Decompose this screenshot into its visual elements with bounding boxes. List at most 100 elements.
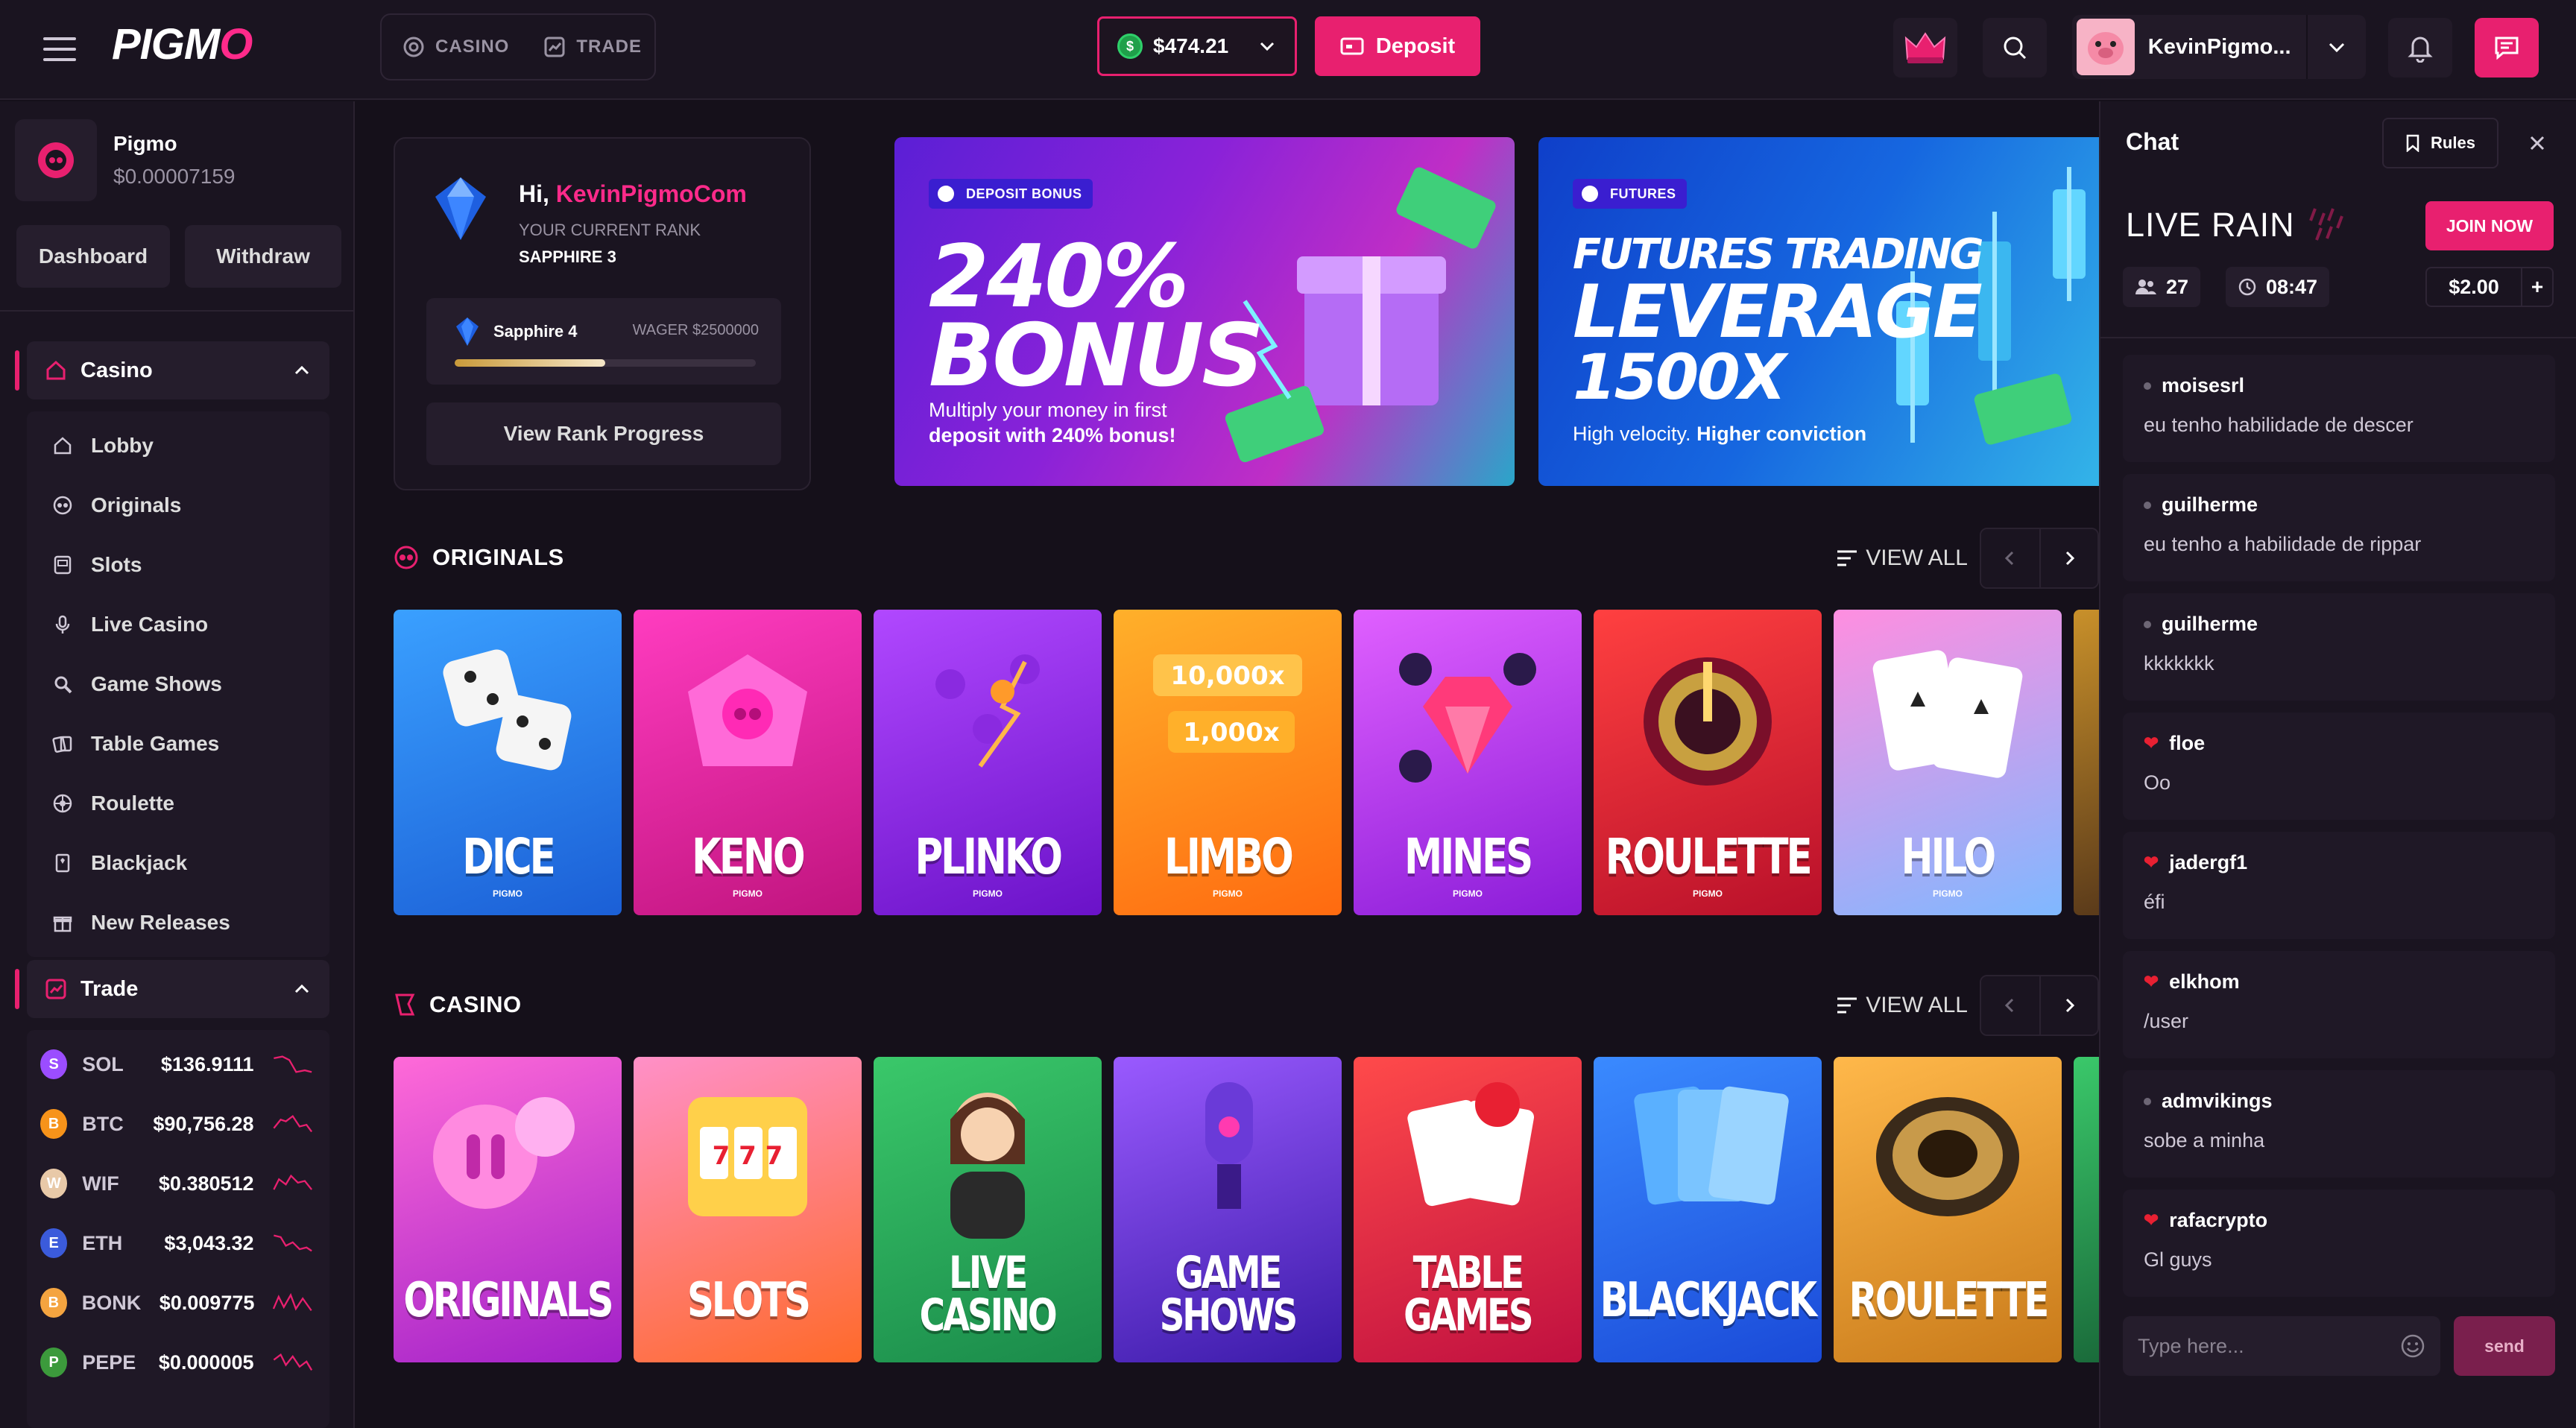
chevron-right-icon xyxy=(2060,996,2078,1014)
chat-toggle-button[interactable] xyxy=(2475,18,2539,78)
game-tile-hilo[interactable]: HILO PIGMO xyxy=(1834,610,2062,915)
chat-user[interactable]: guilherme xyxy=(2144,493,2555,516)
trade-chart-icon xyxy=(543,36,566,58)
dollar-coin-icon: $ xyxy=(1117,34,1143,59)
category-tile[interactable]: LIVE CASINO xyxy=(874,1057,1102,1362)
sidebar-item-table-games[interactable]: Table Games xyxy=(27,714,329,774)
casino-chip-icon xyxy=(402,36,425,58)
casino-next-button[interactable] xyxy=(2039,976,2097,1034)
game-tile-plinko[interactable]: PLINKO PIGMO xyxy=(874,610,1102,915)
dashboard-button[interactable]: Dashboard xyxy=(16,225,170,288)
chat-user[interactable]: ❤ elkhom xyxy=(2144,970,2555,993)
casino-section-label: Casino xyxy=(80,358,153,382)
sidebar-item-live-casino[interactable]: Live Casino xyxy=(27,595,329,654)
main-content: Hi, KevinPigmoCom YOUR CURRENT RANK SAPP… xyxy=(356,101,2103,1428)
game-artwork xyxy=(666,639,830,792)
chat-input[interactable]: Type here... xyxy=(2123,1316,2440,1376)
category-tile[interactable]: TABLE GAMES xyxy=(1354,1057,1582,1362)
game-title: LIMBO xyxy=(1164,828,1294,886)
rank-card: Hi, KevinPigmoCom YOUR CURRENT RANK SAPP… xyxy=(394,137,811,490)
chat-username: floe xyxy=(2169,732,2206,754)
ticker-row[interactable]: P PEPE $0.000005 xyxy=(27,1333,329,1392)
originals-next-button[interactable] xyxy=(2039,529,2097,587)
username: KevinPigmo... xyxy=(2147,34,2291,59)
chat-text: éfi xyxy=(2144,891,2165,913)
sidebar-item-slots[interactable]: Slots xyxy=(27,535,329,595)
game-tile-roulette[interactable]: ROULETTE PIGMO xyxy=(1594,610,1822,915)
search-button[interactable] xyxy=(1983,18,2047,78)
view-rank-progress-button[interactable]: View Rank Progress xyxy=(426,402,781,465)
originals-prev-button[interactable] xyxy=(1981,529,2039,587)
category-tile[interactable]: 7 7 7 SLOTS xyxy=(634,1057,862,1362)
ticker-symbol: BTC xyxy=(82,1112,124,1135)
nav-casino[interactable]: CASINO xyxy=(402,36,509,58)
notifications-button[interactable] xyxy=(2388,18,2452,78)
sidebar-item-roulette[interactable]: Roulette xyxy=(27,774,329,833)
futures-banner[interactable]: FUTURES FUTURES TRADING LEVERAGE 1500X H… xyxy=(1538,137,2099,486)
category-artwork xyxy=(1386,1075,1550,1228)
game-tile-keno[interactable]: KENO PIGMO xyxy=(634,610,862,915)
rules-button[interactable]: Rules xyxy=(2382,118,2498,168)
chat-user[interactable]: ❤ rafacrypto xyxy=(2144,1209,2555,1232)
user-dropdown-toggle[interactable] xyxy=(2306,15,2366,79)
nav-casino-label: CASINO xyxy=(435,37,510,57)
ticker-row[interactable]: B BONK $0.009775 xyxy=(27,1273,329,1333)
add-to-rain-button[interactable]: + xyxy=(2521,268,2552,306)
ticker-row[interactable]: S SOL $136.9111 xyxy=(27,1034,329,1094)
chat-username: guilherme xyxy=(2162,493,2258,516)
casino-section-toggle[interactable]: Casino xyxy=(15,341,329,399)
chat-user[interactable]: guilherme xyxy=(2144,613,2555,636)
nav-trade-label: TRADE xyxy=(576,37,643,57)
ticker-row[interactable]: B BTC $90,756.28 xyxy=(27,1094,329,1154)
sidebar-item-new-releases[interactable]: New Releases xyxy=(27,893,329,952)
user-menu[interactable]: KevinPigmo... xyxy=(2072,15,2366,79)
send-button[interactable]: send xyxy=(2454,1316,2555,1376)
casino-view-all[interactable]: VIEW ALL xyxy=(1836,993,1968,1018)
chat-text: Oo xyxy=(2144,771,2171,794)
close-chat-button[interactable] xyxy=(2522,128,2552,158)
join-rain-button[interactable]: JOIN NOW xyxy=(2425,201,2554,250)
nav-trade[interactable]: TRADE xyxy=(543,36,642,58)
ticker-price: $0.000005 xyxy=(158,1350,254,1374)
deposit-bonus-banner[interactable]: DEPOSIT BONUS 240% BONUS Multiply your m… xyxy=(894,137,1515,486)
chat-messages: moisesrl eu tenho habilidade de descer gu… xyxy=(2123,355,2555,1309)
trade-section-toggle[interactable]: Trade xyxy=(15,960,329,1018)
category-tile[interactable]: ROULETTE xyxy=(1834,1057,2062,1362)
chat-message: guilherme eu tenho a habilidade de rippa… xyxy=(2123,474,2555,581)
chat-user[interactable]: ❤ jadergf1 xyxy=(2144,851,2555,874)
deposit-button[interactable]: Deposit xyxy=(1315,16,1480,76)
chevron-left-icon xyxy=(2001,996,2019,1014)
game-tile-limbo[interactable]: 10,000x 1,000x LIMBO PIGMO xyxy=(1114,610,1342,915)
game-tile-mines[interactable]: MINES PIGMO xyxy=(1354,610,1582,915)
chat-user[interactable]: admvikings xyxy=(2144,1090,2555,1113)
sidebar-item-lobby[interactable]: Lobby xyxy=(27,416,329,476)
greeting: Hi, KevinPigmoCom xyxy=(519,180,747,208)
ticker-row[interactable]: W WIF $0.380512 xyxy=(27,1154,329,1213)
sidebar-item-game-shows[interactable]: Game Shows xyxy=(27,654,329,714)
emoji-icon[interactable] xyxy=(2400,1333,2425,1359)
category-tile[interactable]: ORIGINALS xyxy=(394,1057,622,1362)
chat-user[interactable]: moisesrl xyxy=(2144,374,2555,397)
casino-prev-button[interactable] xyxy=(1981,976,2039,1034)
category-tile[interactable]: GAME SHOWS xyxy=(1114,1057,1342,1362)
banner-subtitle-line1: Multiply your money in first xyxy=(929,399,1167,421)
vip-crown-button[interactable] xyxy=(1893,18,1957,78)
wallet-icon xyxy=(1340,36,1364,57)
sidebar-item-blackjack[interactable]: Blackjack xyxy=(27,833,329,893)
trade-section-label: Trade xyxy=(80,976,139,1001)
pigmo-logo[interactable]: PIGMO xyxy=(112,19,253,69)
chat-user[interactable]: ❤ floe xyxy=(2144,732,2555,755)
balance-selector[interactable]: $ $474.21 xyxy=(1097,16,1297,76)
pigmo-originals-icon xyxy=(52,495,73,516)
ticker-price: $0.009775 xyxy=(159,1291,255,1314)
sidebar-item-originals[interactable]: Originals xyxy=(27,476,329,535)
game-tile-dice[interactable]: DICE PIGMO xyxy=(394,610,622,915)
ticker-row[interactable]: E ETH $3,043.32 xyxy=(27,1213,329,1273)
category-tile[interactable]: BLACKJACK xyxy=(1594,1057,1822,1362)
hamburger-menu-icon[interactable] xyxy=(37,33,82,66)
casino-title-text: CASINO xyxy=(429,991,522,1017)
carousel-arrows xyxy=(1980,975,2099,1036)
withdraw-button[interactable]: Withdraw xyxy=(185,225,341,288)
sidebar-item-label: Lobby xyxy=(91,434,154,457)
originals-view-all[interactable]: VIEW ALL xyxy=(1836,546,1968,571)
